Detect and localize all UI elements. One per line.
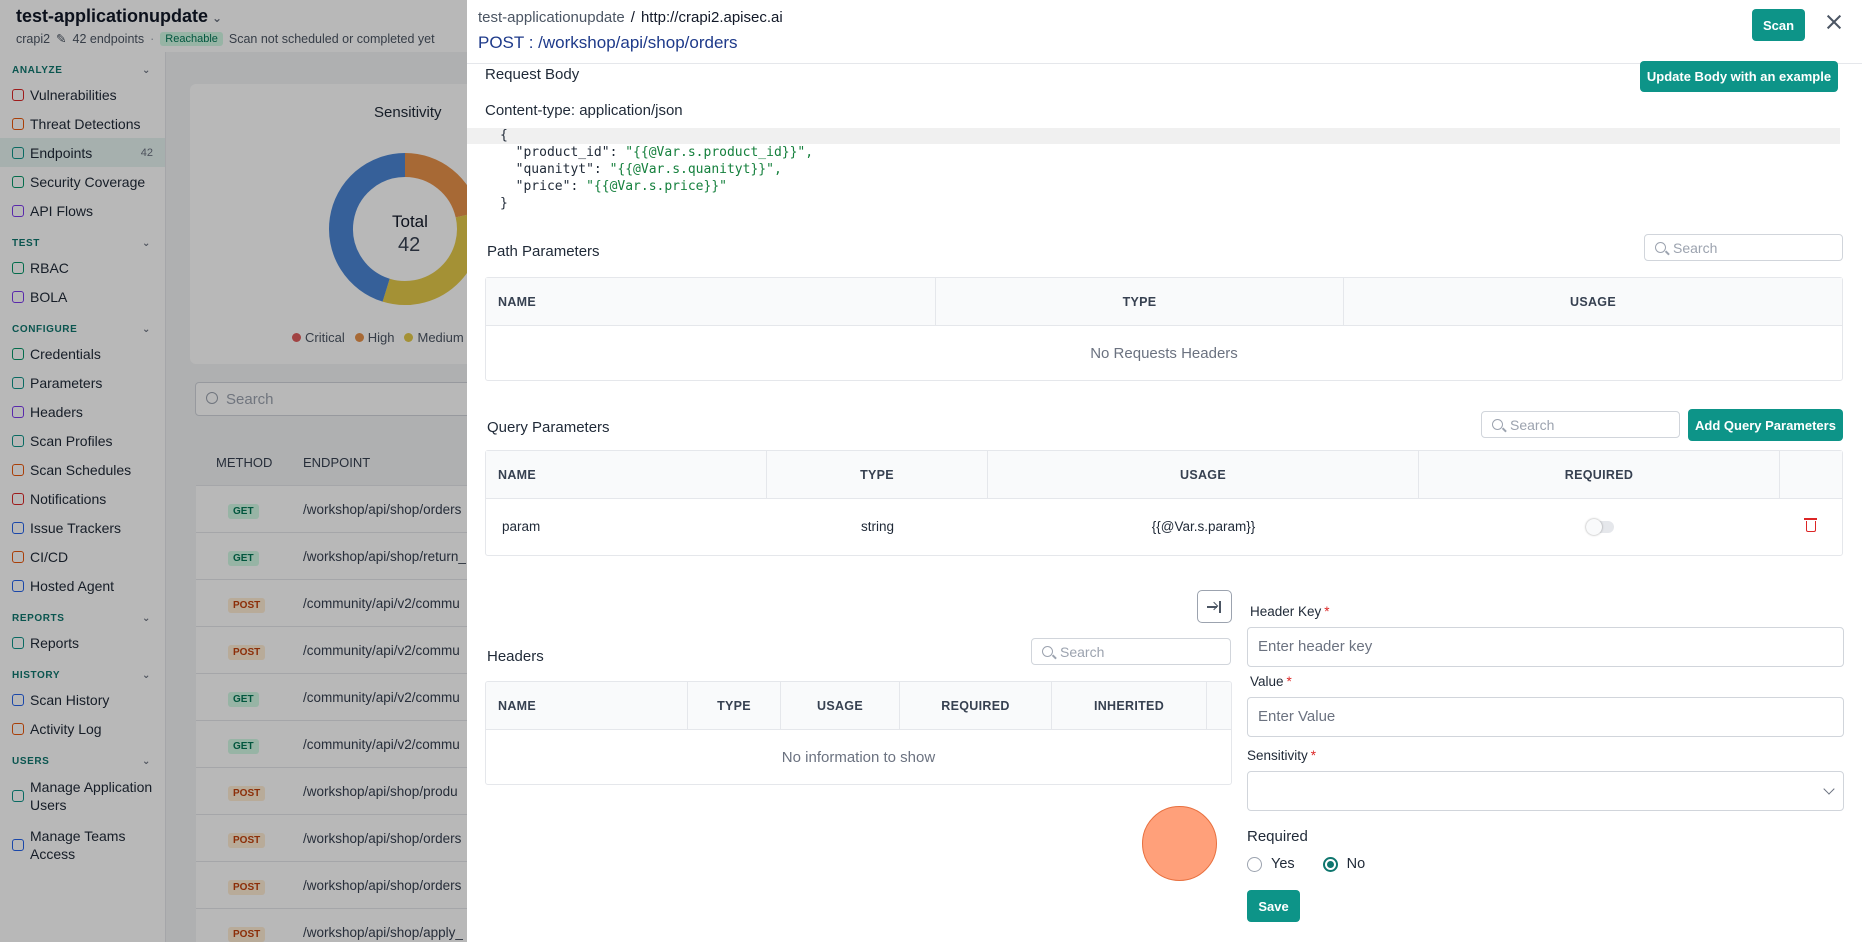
required-no-label[interactable]: No xyxy=(1347,856,1366,872)
query-col-type: TYPE xyxy=(767,451,988,498)
headers-table: NAME TYPE USAGE REQUIRED INHERITED No in… xyxy=(485,681,1232,785)
search-placeholder: Search xyxy=(1673,240,1718,256)
code-value: "{{@Var.s.price}}" xyxy=(586,179,727,194)
query-param-actions xyxy=(1780,499,1842,554)
path-col-usage: USAGE xyxy=(1570,294,1616,309)
headers-title: Headers xyxy=(487,648,544,665)
arrow-bar xyxy=(1219,601,1221,613)
drawer-header: test-applicationupdate / http://crapi2.api… xyxy=(467,0,1862,64)
collapse-panel-button[interactable] xyxy=(1197,590,1232,623)
code-line: "product_id": "{{@Var.s.product_id}}", xyxy=(500,144,1840,161)
search-icon xyxy=(1492,419,1503,430)
headers-search-input[interactable]: Search xyxy=(1031,638,1231,665)
code-line: } xyxy=(500,195,1840,212)
value-input[interactable]: Enter Value xyxy=(1247,697,1844,737)
required-no-radio[interactable] xyxy=(1322,856,1338,872)
breadcrumb-url: http://crapi2.apisec.ai xyxy=(640,9,783,26)
chevron-down-icon xyxy=(1823,783,1835,795)
modal-overlay[interactable] xyxy=(0,0,470,942)
path-params-table-header: NAME TYPE USAGE xyxy=(486,278,1842,326)
code-line: { xyxy=(500,127,1840,144)
search-icon xyxy=(1655,242,1666,253)
update-body-button[interactable]: Update Body with an example xyxy=(1640,61,1838,92)
value-placeholder: Enter Value xyxy=(1258,708,1336,725)
pointer-indicator xyxy=(1142,806,1217,881)
header-key-input[interactable]: Enter header key xyxy=(1247,627,1844,667)
save-button[interactable]: Save xyxy=(1247,890,1300,922)
arrow-right-to-line-icon xyxy=(1207,606,1217,608)
request-body-code: { "product_id": "{{@Var.s.product_id}}",… xyxy=(500,127,1840,212)
value-label: Value * xyxy=(1250,674,1292,689)
path-params-empty: No Requests Headers xyxy=(1090,344,1238,362)
content-type-label: Content-type: application/json xyxy=(485,102,683,119)
header-key-label: Header Key * xyxy=(1250,604,1330,619)
path-params-table: NAME TYPE USAGE No Requests Headers xyxy=(485,277,1843,381)
headers-table-header: NAME TYPE USAGE REQUIRED INHERITED xyxy=(486,682,1231,730)
search-icon xyxy=(1042,646,1053,657)
sensitivity-select[interactable] xyxy=(1247,771,1844,811)
table-row: param string {{@Var.s.param}} xyxy=(486,499,1842,554)
query-params-search-input[interactable]: Search xyxy=(1481,411,1680,438)
path-params-search-input[interactable]: Search xyxy=(1644,234,1843,261)
request-body-editor[interactable]: { "product_id": "{{@Var.s.product_id}}",… xyxy=(467,127,1840,219)
endpoint-path: /workshop/api/shop/orders xyxy=(538,33,738,52)
code-value: "{{@Var.s.product_id}}", xyxy=(625,145,814,160)
query-param-type: string xyxy=(860,519,894,534)
code-key: "price": xyxy=(500,179,587,194)
required-toggle[interactable] xyxy=(1585,518,1614,535)
breadcrumb: test-applicationupdate / http://crapi2.api… xyxy=(478,9,783,26)
header-key-placeholder: Enter header key xyxy=(1258,638,1373,655)
scan-button[interactable]: Scan xyxy=(1752,9,1805,41)
required-yes-label[interactable]: Yes xyxy=(1271,856,1295,872)
code-value: } xyxy=(500,196,508,211)
endpoint-method: POST : xyxy=(478,33,534,52)
headers-col-extra xyxy=(1207,682,1231,729)
trash-icon[interactable] xyxy=(1804,518,1817,532)
query-param-required-cell xyxy=(1419,499,1780,554)
breadcrumb-separator: / xyxy=(630,9,635,26)
query-params-title: Query Parameters xyxy=(487,419,610,436)
breadcrumb-app[interactable]: test-applicationupdate xyxy=(478,9,625,26)
code-value: "{{@Var.s.quanityt}}", xyxy=(609,162,782,177)
endpoint-detail-drawer: test-applicationupdate / http://crapi2.api… xyxy=(467,0,1862,942)
path-col-name: NAME xyxy=(486,278,936,325)
query-col-usage: USAGE xyxy=(988,451,1419,498)
headers-col-type: TYPE xyxy=(688,682,781,729)
request-body-title: Request Body xyxy=(485,66,580,83)
headers-col-name: NAME xyxy=(486,682,688,729)
headers-col-usage: USAGE xyxy=(781,682,900,729)
required-yes-radio[interactable] xyxy=(1247,856,1262,872)
search-placeholder: Search xyxy=(1510,417,1555,433)
path-col-type: TYPE xyxy=(936,278,1344,325)
query-params-table: NAME TYPE USAGE REQUIRED param string {{… xyxy=(485,450,1843,556)
query-col-name: NAME xyxy=(486,451,767,498)
code-value: { xyxy=(500,128,508,143)
code-line: "quanityt": "{{@Var.s.quanityt}}", xyxy=(500,161,1840,178)
code-line: "price": "{{@Var.s.price}}" xyxy=(500,178,1840,195)
add-query-parameters-button[interactable]: Add Query Parameters xyxy=(1688,409,1843,441)
query-param-usage: {{@Var.s.param}} xyxy=(1151,519,1256,534)
headers-col-required: REQUIRED xyxy=(900,682,1052,729)
endpoint-title: POST : /workshop/api/shop/orders xyxy=(478,33,738,53)
query-params-table-header: NAME TYPE USAGE REQUIRED xyxy=(486,451,1842,499)
search-placeholder: Search xyxy=(1060,644,1105,660)
query-col-required: REQUIRED xyxy=(1419,451,1780,498)
path-params-title: Path Parameters xyxy=(487,243,600,260)
query-param-name: param xyxy=(502,519,541,534)
close-icon[interactable] xyxy=(1825,13,1843,31)
code-key: "quanityt": xyxy=(500,162,610,177)
required-label: Required xyxy=(1247,828,1308,845)
headers-empty: No information to show xyxy=(781,748,936,766)
headers-col-inherited: INHERITED xyxy=(1052,682,1207,729)
sensitivity-label: Sensitivity * xyxy=(1247,748,1317,763)
required-radio-group: Yes No xyxy=(1247,856,1365,872)
code-key: "product_id": xyxy=(500,145,626,160)
query-col-actions xyxy=(1780,451,1842,498)
